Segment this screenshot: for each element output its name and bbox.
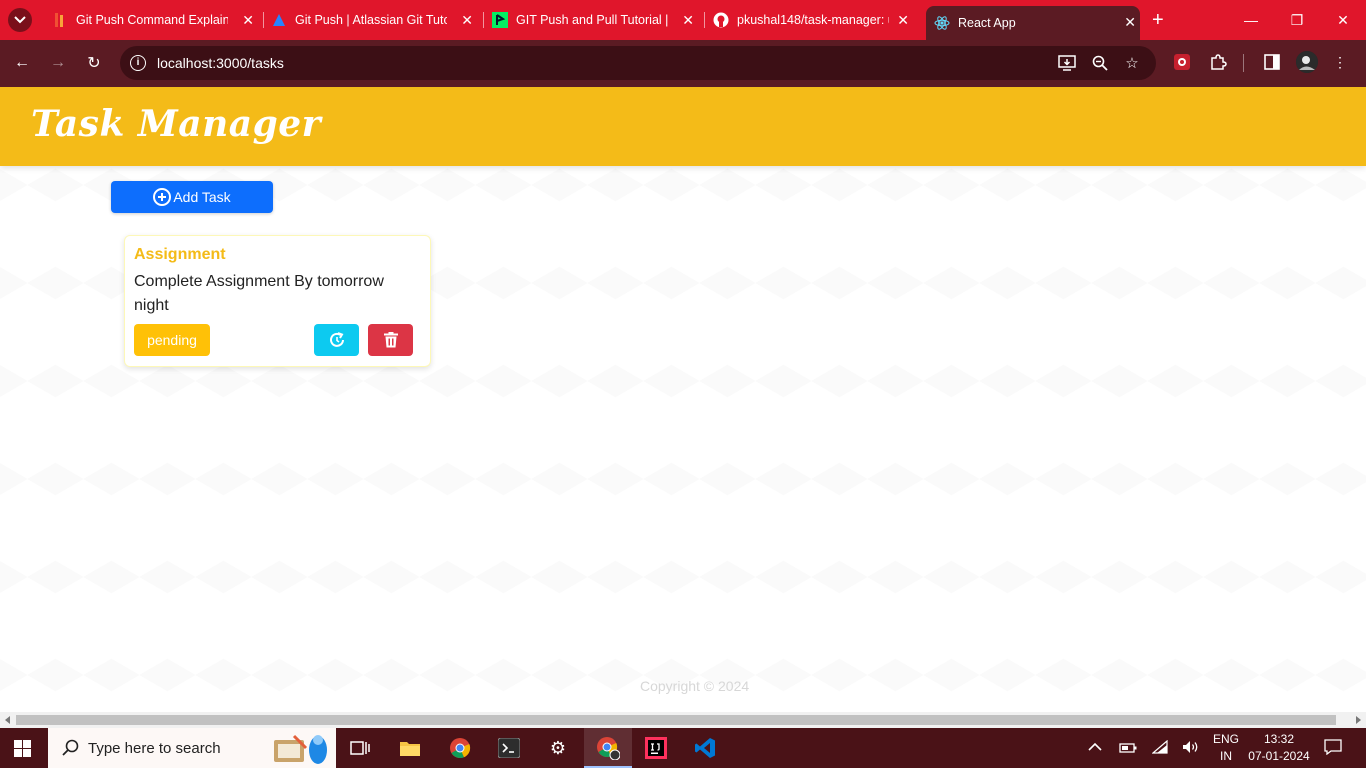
battery-icon[interactable] <box>1119 741 1137 756</box>
chrome-profile-icon[interactable] <box>596 736 620 760</box>
task-card: Assignment Complete Assignment By tomorr… <box>124 235 431 367</box>
show-hidden-icons-chevron-up-icon[interactable] <box>1088 740 1102 755</box>
vscode-icon[interactable] <box>693 736 717 760</box>
browser-tab-3[interactable]: GIT Push and Pull Tutorial | DataCamp ✕ <box>492 6 698 34</box>
close-icon[interactable]: ✕ <box>897 12 909 28</box>
minimize-icon[interactable]: — <box>1228 0 1274 40</box>
zoom-icon[interactable] <box>1091 54 1109 72</box>
page-title: Task Manager <box>31 103 322 145</box>
address-bar[interactable]: i localhost:3000/tasks ☆ <box>120 46 1156 80</box>
close-icon[interactable]: ✕ <box>1124 14 1136 30</box>
language-code: ENG <box>1212 732 1239 746</box>
task-description: Complete Assignment By tomorrow night <box>134 273 384 314</box>
back-arrow-icon[interactable]: ← <box>11 52 33 74</box>
tab-divider <box>483 12 484 28</box>
tab-title: React App <box>958 16 1016 30</box>
task-view-icon[interactable] <box>348 736 372 760</box>
copyright-footer: Copyright © 2024 <box>640 678 750 694</box>
atlassian-favicon-icon <box>273 14 285 26</box>
scroll-right-icon[interactable] <box>1354 716 1362 724</box>
browser-tab-5-active[interactable]: React App ✕ <box>926 6 1140 40</box>
site-info-icon[interactable]: i <box>130 55 146 71</box>
browser-tab-2[interactable]: Git Push | Atlassian Git Tutorial ✕ <box>271 6 477 34</box>
tab-search-button[interactable] <box>8 8 32 32</box>
page-viewport: Task Manager Add Task Assignment Complet… <box>0 87 1366 712</box>
add-task-label: Add Task <box>173 189 231 205</box>
volume-icon[interactable] <box>1182 740 1200 757</box>
system-clock[interactable]: 13:32 07-01-2024 <box>1248 731 1310 765</box>
terminal-icon[interactable] <box>497 736 521 760</box>
close-icon[interactable]: ✕ <box>461 12 473 28</box>
git-favicon-icon <box>55 13 63 27</box>
tab-divider <box>263 12 264 28</box>
chrome-icon[interactable] <box>448 736 472 760</box>
profile-avatar[interactable] <box>1296 51 1318 73</box>
windows-start-icon[interactable] <box>14 740 32 758</box>
status-label: pending <box>147 332 197 348</box>
window-close-icon[interactable]: ✕ <box>1320 0 1366 40</box>
tab-title: Git Push | Atlassian Git Tutorial <box>295 13 447 27</box>
extension-icon[interactable] <box>1172 52 1192 72</box>
browser-toolbar: ← → ↻ i localhost:3000/tasks ☆ ⋮ <box>0 40 1366 87</box>
search-highlight-illustration-icon <box>274 734 327 764</box>
menu-kebab-icon[interactable]: ⋮ <box>1330 52 1350 72</box>
scroll-left-icon[interactable] <box>4 716 12 724</box>
forward-arrow-icon[interactable]: → <box>47 52 69 74</box>
wifi-icon[interactable] <box>1151 739 1168 757</box>
new-tab-plus-icon[interactable]: + <box>1152 10 1170 30</box>
app-header: Task Manager <box>0 87 1366 166</box>
region-code: IN <box>1220 749 1232 763</box>
taskbar-search-box[interactable]: Type here to search <box>48 728 336 768</box>
datacamp-favicon-icon <box>492 12 508 28</box>
bookmark-star-icon[interactable]: ☆ <box>1123 54 1141 72</box>
clock-date: 07-01-2024 <box>1248 749 1310 763</box>
side-panel-icon[interactable] <box>1262 52 1282 72</box>
chevron-down-icon <box>14 16 26 24</box>
react-favicon-icon <box>934 16 950 30</box>
update-task-button[interactable] <box>314 324 359 356</box>
language-indicator[interactable]: ENG IN <box>1212 731 1240 765</box>
close-icon[interactable]: ✕ <box>682 12 694 28</box>
search-icon <box>62 739 79 756</box>
browser-tab-strip: Git Push Command Explained ✕ Git Push | … <box>0 0 1366 40</box>
tab-divider <box>704 12 705 28</box>
github-favicon-icon <box>713 12 729 28</box>
status-badge[interactable]: pending <box>134 324 210 356</box>
settings-gear-icon[interactable]: ⚙ <box>546 736 570 760</box>
task-title: Assignment <box>134 246 226 263</box>
browser-tab-4[interactable]: pkushal148/task-manager: u ✕ <box>713 6 913 34</box>
reload-icon[interactable]: ↻ <box>83 52 105 74</box>
tab-title: GIT Push and Pull Tutorial | DataCamp <box>516 13 668 27</box>
search-placeholder: Type here to search <box>88 740 221 757</box>
restore-icon[interactable]: ❐ <box>1274 0 1320 40</box>
file-explorer-icon[interactable] <box>398 736 422 760</box>
refresh-icon <box>329 332 344 347</box>
delete-task-button[interactable] <box>368 324 413 356</box>
url-text[interactable]: localhost:3000/tasks <box>157 55 284 71</box>
browser-tab-1[interactable]: Git Push Command Explained ✕ <box>52 6 258 34</box>
plus-circle-icon <box>153 188 172 206</box>
add-task-button[interactable]: Add Task <box>111 181 273 213</box>
close-icon[interactable]: ✕ <box>242 12 254 28</box>
install-app-icon[interactable] <box>1058 54 1076 72</box>
horizontal-scrollbar[interactable] <box>0 712 1366 728</box>
notification-center-icon[interactable] <box>1324 739 1342 758</box>
puzzle-extensions-icon[interactable] <box>1208 52 1228 72</box>
toolbar-divider <box>1243 54 1244 72</box>
trash-icon <box>383 332 398 348</box>
clock-time: 13:32 <box>1263 732 1295 746</box>
tab-title: Git Push Command Explained <box>76 13 228 27</box>
tab-title: pkushal148/task-manager: u <box>737 13 889 27</box>
intellij-icon[interactable] <box>644 736 668 760</box>
scrollbar-thumb[interactable] <box>16 715 1336 725</box>
